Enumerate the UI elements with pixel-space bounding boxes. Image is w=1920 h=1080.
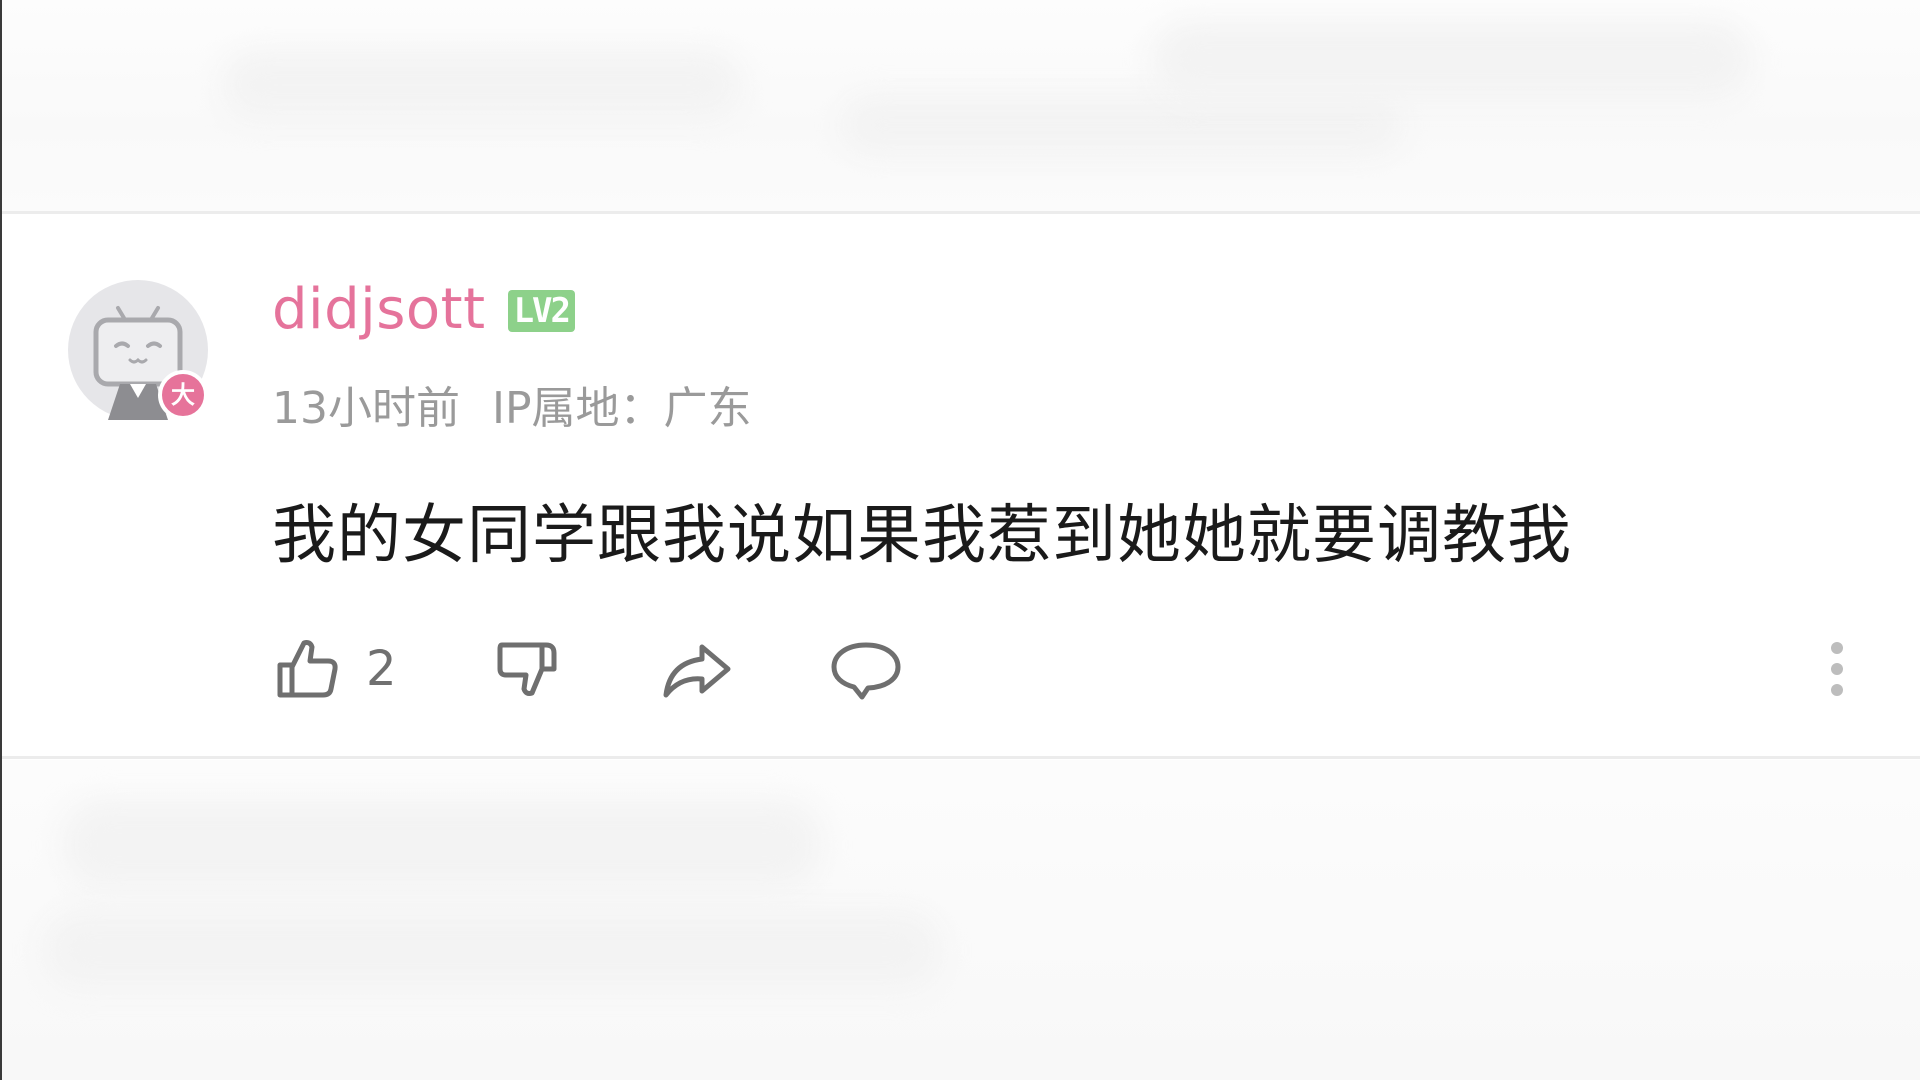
- time-ago: 13小时前: [272, 383, 460, 434]
- dislike-button[interactable]: [492, 624, 564, 714]
- like-button[interactable]: 2: [272, 624, 397, 714]
- comment-item: 大 didjsott LV2 13小时前 IP属地：广东 我的女同学跟我说如果我惹…: [2, 214, 1920, 756]
- thumbs-up-icon: [277, 640, 338, 698]
- reply-button[interactable]: [828, 624, 904, 714]
- more-vertical-icon: [1831, 642, 1843, 654]
- level-badge: LV2: [507, 290, 575, 332]
- share-icon: [663, 644, 731, 698]
- previous-comment-blurred: [2, 0, 1920, 212]
- username[interactable]: didjsott: [272, 277, 486, 342]
- comment-actions: 2: [272, 624, 1852, 714]
- bottom-divider: [2, 756, 1920, 759]
- username-row: didjsott LV2: [272, 274, 575, 344]
- avatar-badge: 大: [158, 370, 208, 420]
- more-vertical-icon: [1831, 663, 1843, 675]
- page: 大 didjsott LV2 13小时前 IP属地：广东 我的女同学跟我说如果我惹…: [0, 0, 1920, 1080]
- next-comment-blurred: [2, 760, 1920, 1080]
- more-options-button[interactable]: [1822, 624, 1852, 714]
- like-count: 2: [366, 641, 397, 697]
- share-button[interactable]: [660, 624, 736, 714]
- comment-text: 我的女同学跟我说如果我惹到她她就要调教我: [272, 499, 1572, 573]
- comment-bubble-icon: [831, 642, 901, 700]
- ip-location: IP属地：广东: [492, 383, 752, 434]
- thumbs-down-icon: [497, 642, 557, 696]
- comment-meta: 13小时前 IP属地：广东: [272, 372, 752, 436]
- more-vertical-icon: [1831, 684, 1843, 696]
